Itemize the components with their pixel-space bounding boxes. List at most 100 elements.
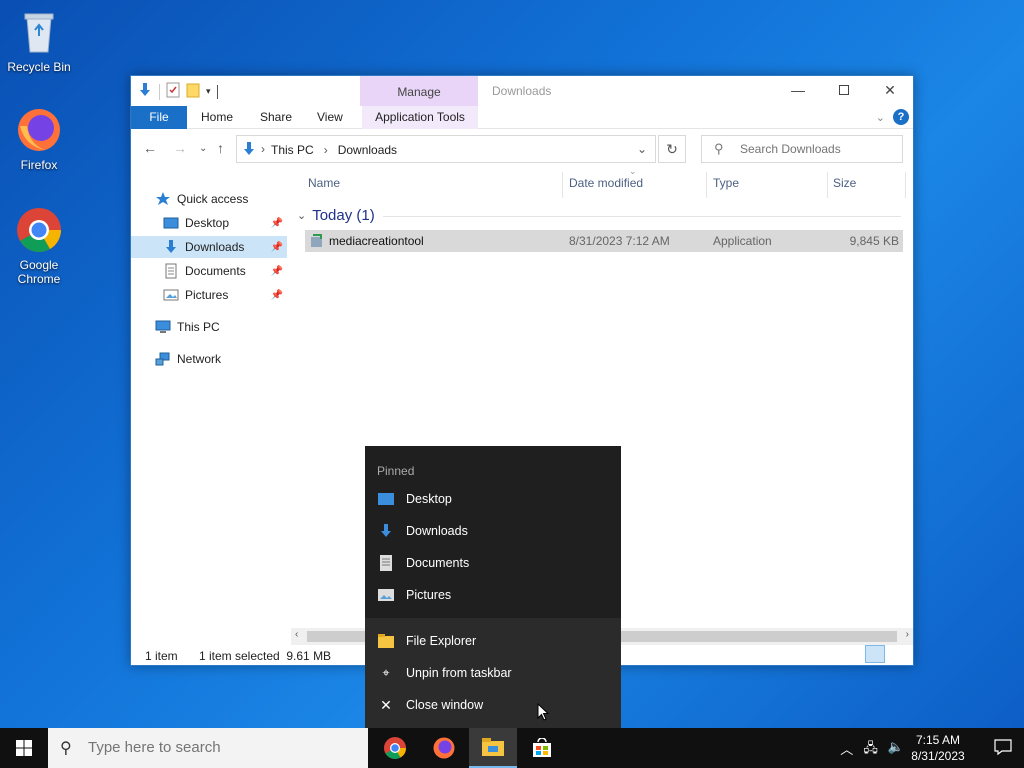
nav-item-quick-access[interactable]: Quick access	[131, 188, 287, 210]
properties-icon[interactable]	[166, 82, 180, 101]
customize-toolbar-icon[interactable]: ▾	[206, 86, 211, 97]
refresh-button[interactable]: ↻	[658, 135, 686, 163]
nav-item-this-pc[interactable]: This PC	[131, 316, 287, 338]
file-date: 8/31/2023 7:12 AM	[569, 234, 670, 248]
jump-list-tasks-section: File Explorer ⌖ Unpin from taskbar ✕ Clo…	[365, 618, 621, 728]
application-icon	[309, 233, 325, 252]
jump-list-item-documents[interactable]: Documents	[365, 548, 621, 578]
table-row[interactable]: mediacreationtool 8/31/2023 7:12 AM Appl…	[305, 230, 903, 252]
notification-icon	[994, 739, 1012, 756]
windows-logo-icon	[16, 740, 32, 756]
system-tray: ︿ 🖧 🔈	[840, 739, 904, 761]
nav-item-pictures[interactable]: Pictures 📌	[131, 284, 287, 306]
title-bar: ▾ Manage Downloads — ✕	[131, 76, 913, 106]
taskbar-search-input[interactable]	[88, 739, 348, 756]
address-dropdown-icon[interactable]: ⌄	[637, 142, 647, 156]
taskbar-app-firefox[interactable]	[420, 728, 468, 768]
breadcrumb-downloads[interactable]: Downloads	[338, 143, 397, 157]
breadcrumb-this-pc[interactable]: This PC	[271, 143, 314, 157]
column-header-date-modified[interactable]: Date modified	[569, 176, 643, 190]
file-name: mediacreationtool	[329, 234, 424, 248]
network-icon	[155, 351, 171, 367]
nav-item-documents[interactable]: Documents 📌	[131, 260, 287, 282]
clock[interactable]: 7:15 AM 8/31/2023	[908, 732, 968, 764]
navigation-pane: Quick access Desktop 📌 Downloads 📌 Docum…	[131, 184, 289, 634]
down-arrow-icon[interactable]	[137, 82, 153, 101]
tab-view[interactable]: View	[305, 106, 355, 129]
tab-file[interactable]: File	[131, 106, 187, 129]
maximize-button[interactable]	[821, 76, 867, 104]
search-icon: ⚲	[714, 141, 724, 156]
nav-item-desktop[interactable]: Desktop 📌	[131, 212, 287, 234]
search-box[interactable]: ⚲	[701, 135, 903, 163]
taskbar-app-store[interactable]	[518, 728, 566, 768]
collapse-chevron-icon: ⌄	[297, 210, 307, 222]
taskbar-app-chrome[interactable]	[371, 728, 419, 768]
pictures-icon	[377, 587, 395, 603]
large-icons-view-icon[interactable]	[887, 645, 907, 663]
new-folder-icon[interactable]	[186, 82, 200, 101]
manage-context-tab[interactable]: Manage	[360, 76, 478, 106]
jump-list-item-downloads[interactable]: Downloads	[365, 516, 621, 546]
item-count: 1 item	[145, 649, 178, 663]
volume-icon[interactable]: 🔈	[888, 739, 904, 761]
nav-label: Downloads	[185, 240, 245, 254]
help-icon[interactable]: ?	[893, 109, 909, 125]
jump-list-label: Desktop	[406, 492, 452, 506]
jump-list-item-unpin[interactable]: ⌖ Unpin from taskbar	[365, 658, 621, 688]
close-icon: ✕	[884, 81, 896, 98]
tab-application-tools[interactable]: Application Tools	[362, 106, 478, 129]
jump-list-item-file-explorer[interactable]: File Explorer	[365, 626, 621, 656]
pin-icon: 📌	[270, 241, 283, 253]
chrome-icon	[384, 737, 406, 759]
desktop-icon-recycle-bin[interactable]: Recycle Bin	[1, 8, 77, 74]
search-input[interactable]	[740, 142, 890, 156]
up-arrow-icon[interactable]: ↑	[217, 140, 224, 156]
back-arrow-icon[interactable]: ←	[143, 140, 157, 156]
taskbar-app-file-explorer[interactable]	[469, 728, 517, 768]
column-divider[interactable]	[706, 172, 707, 198]
breadcrumb-chevron-icon[interactable]: ›	[261, 142, 265, 156]
address-bar[interactable]: › This PC › Downloads ⌄	[236, 135, 656, 163]
minimize-icon: —	[791, 82, 805, 98]
recent-locations-icon[interactable]: ⌄	[199, 143, 207, 154]
star-icon	[155, 191, 171, 207]
nav-item-downloads[interactable]: Downloads 📌	[131, 236, 287, 258]
tab-home[interactable]: Home	[189, 106, 245, 129]
desktop-icon-label: Firefox	[20, 158, 58, 172]
scroll-left-icon[interactable]: ‹	[295, 629, 298, 640]
scroll-right-icon[interactable]: ›	[906, 629, 909, 640]
jump-list-label: File Explorer	[406, 634, 477, 648]
tab-share[interactable]: Share	[248, 106, 304, 129]
jump-list-item-close-window[interactable]: ✕ Close window	[365, 690, 621, 720]
column-divider[interactable]	[905, 172, 906, 198]
group-header[interactable]: ⌄ Today (1)	[297, 207, 375, 224]
action-center-button[interactable]	[994, 738, 1012, 759]
jump-list-item-pictures[interactable]: Pictures	[365, 580, 621, 610]
jump-list-label: Close window	[406, 698, 484, 712]
nav-label: Network	[177, 352, 222, 366]
details-view-icon[interactable]	[865, 645, 885, 663]
column-header-type[interactable]: Type	[713, 176, 739, 190]
forward-arrow-icon[interactable]: →	[173, 140, 187, 156]
column-divider[interactable]	[827, 172, 828, 198]
start-button[interactable]	[0, 728, 48, 768]
jump-list-item-desktop[interactable]: Desktop	[365, 484, 621, 514]
nav-item-network[interactable]: Network	[131, 348, 287, 370]
expand-ribbon-icon[interactable]: ⌄	[876, 111, 885, 124]
file-explorer-icon	[377, 633, 395, 649]
desktop-icon-chrome[interactable]: Google Chrome	[1, 206, 77, 286]
minimize-button[interactable]: —	[775, 76, 821, 104]
nav-label: Quick access	[177, 192, 249, 206]
column-header-name[interactable]: Name	[308, 176, 340, 190]
desktop-icon-firefox[interactable]: Firefox	[1, 106, 77, 172]
column-divider[interactable]	[562, 172, 563, 198]
taskbar-search[interactable]: ⚲	[48, 728, 368, 768]
file-type: Application	[713, 234, 772, 248]
show-hidden-icons-chevron-icon[interactable]: ︿	[840, 739, 853, 761]
network-status-icon[interactable]: 🖧	[863, 739, 878, 761]
close-button[interactable]: ✕	[867, 76, 913, 104]
maximize-icon	[839, 85, 849, 95]
window-controls: — ✕	[775, 76, 913, 104]
column-header-size[interactable]: Size	[833, 176, 856, 190]
